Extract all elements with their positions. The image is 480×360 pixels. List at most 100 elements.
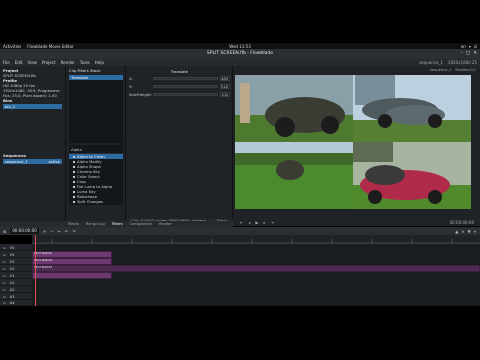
track-lane[interactable]: SPLIT BLOCK2 bbox=[32, 258, 480, 265]
timeline-timecode[interactable]: 00:00:00:00 bbox=[10, 228, 39, 234]
playhead[interactable] bbox=[35, 235, 36, 306]
track-name: V2 bbox=[9, 265, 15, 271]
timeline-clip[interactable]: SPLIT BLOCK2 bbox=[32, 258, 112, 265]
monitor-toolbar: ⇤ ◂ ▶ ▸ ⇥ 00:00:00:00 bbox=[234, 218, 480, 226]
track-lane[interactable] bbox=[32, 293, 480, 300]
track-lane[interactable] bbox=[32, 244, 480, 251]
track-header[interactable]: ▫ V5 bbox=[0, 244, 32, 251]
menu-view[interactable]: View bbox=[27, 60, 37, 65]
tab-render[interactable]: Render bbox=[159, 222, 172, 226]
minimize-icon[interactable]: – bbox=[461, 49, 463, 59]
delete-icon[interactable]: ✕ bbox=[461, 229, 464, 234]
video-preview[interactable] bbox=[235, 75, 471, 209]
zoom-out-icon[interactable]: − bbox=[50, 229, 53, 234]
filter-bullet-icon bbox=[73, 180, 75, 183]
window-titlebar: SPLIT SCREEN.flb - Flowblade – □ ✕ bbox=[0, 49, 480, 59]
tab-media[interactable]: Media bbox=[68, 222, 79, 226]
track-name: V1 bbox=[9, 272, 15, 278]
undo-icon[interactable]: ↶ bbox=[65, 229, 68, 234]
menu-render[interactable]: Render bbox=[61, 60, 75, 65]
track-header[interactable]: ▫ V2 bbox=[0, 265, 32, 272]
sequences-header: Sequences bbox=[3, 153, 27, 158]
track-lock-icon[interactable]: ▫ bbox=[3, 245, 6, 250]
menu-file[interactable]: File bbox=[3, 60, 10, 65]
track-lock-icon[interactable]: ▫ bbox=[3, 252, 6, 257]
clip-label: SPLIT BLOCK2 bbox=[34, 259, 53, 262]
mark-in-icon[interactable]: ⇤ bbox=[240, 220, 243, 225]
filter-stack-label: Translate bbox=[71, 75, 89, 80]
track-name: A3 bbox=[9, 293, 15, 299]
redo-icon[interactable]: ↷ bbox=[72, 229, 75, 234]
monitor-mode[interactable]: Monitor:0/1 bbox=[455, 68, 476, 72]
sequence-indicator[interactable]: sequence_1 bbox=[419, 60, 443, 65]
track-lane[interactable] bbox=[32, 286, 480, 293]
param-value[interactable]: 100 bbox=[220, 91, 230, 97]
clock[interactable]: Wed 13:53 bbox=[0, 44, 480, 49]
filter-stack-panel: Clip Filters Stack Translate Alpha Alpha… bbox=[67, 66, 126, 226]
clip-label: SPLIT BLOCK1 bbox=[34, 252, 53, 255]
monitor-header: sequence_1 Monitor:0/1 bbox=[234, 66, 480, 74]
track-lane[interactable] bbox=[32, 272, 480, 279]
window-title: SPLIT SCREEN.flb - Flowblade bbox=[206, 51, 274, 56]
monitor-sequence[interactable]: sequence_1 bbox=[430, 68, 451, 72]
timeline-clip[interactable]: SPLIT BLOCK1 bbox=[32, 251, 112, 258]
timeline-clip[interactable] bbox=[32, 272, 112, 279]
edit-mode-icon[interactable]: ⊞ bbox=[3, 229, 6, 234]
track-header[interactable]: ▫ V1 bbox=[0, 272, 32, 279]
param-value[interactable]: 480 bbox=[220, 75, 230, 81]
timeline-ruler[interactable] bbox=[32, 235, 480, 244]
filter-item[interactable]: Split Changes bbox=[69, 199, 123, 204]
track-header[interactable]: ▫ V4 bbox=[0, 251, 32, 258]
menu-tools[interactable]: Tools bbox=[80, 60, 90, 65]
track-lock-icon[interactable]: ▫ bbox=[3, 287, 6, 292]
cut-icon[interactable]: ✂ bbox=[57, 229, 60, 234]
track-lock-icon[interactable]: ▫ bbox=[3, 280, 6, 285]
maximize-icon[interactable]: □ bbox=[466, 49, 470, 59]
play-icon[interactable]: ▶ bbox=[255, 220, 258, 225]
tab-compositors[interactable]: Compositors bbox=[130, 222, 153, 226]
mark-out-icon[interactable]: ⇥ bbox=[270, 220, 273, 225]
close-icon[interactable]: ✕ bbox=[473, 49, 477, 59]
track-header[interactable]: ▫ A4 bbox=[0, 300, 32, 306]
track-lane[interactable] bbox=[32, 279, 480, 286]
snap-icon[interactable]: ⌖ bbox=[474, 229, 476, 234]
overwrite-icon[interactable]: ▼ bbox=[468, 229, 471, 234]
profile-indicator: 1920x1080 25 bbox=[447, 60, 477, 65]
param-slider[interactable] bbox=[153, 76, 218, 80]
bin-item[interactable]: bin_1 bbox=[3, 104, 62, 109]
track-lock-icon[interactable]: ▫ bbox=[3, 294, 6, 299]
track-lock-icon[interactable]: ▫ bbox=[3, 300, 6, 305]
filter-library: Alpha Alpha to Clean Alpha Modify Alpha … bbox=[69, 145, 123, 205]
menu-help[interactable]: Help bbox=[95, 60, 104, 65]
tab-filters[interactable]: Filters bbox=[112, 222, 123, 226]
track-lane[interactable] bbox=[32, 300, 480, 306]
param-slider[interactable] bbox=[153, 92, 218, 96]
filter-bullet-icon bbox=[73, 185, 75, 188]
zoom-in-icon[interactable]: + bbox=[43, 229, 46, 234]
filter-bullet-icon bbox=[73, 170, 75, 173]
track-header[interactable]: ▫ V3 bbox=[0, 258, 32, 265]
menu-edit[interactable]: Edit bbox=[15, 60, 23, 65]
filter-bullet-icon bbox=[73, 195, 75, 198]
filter-params-panel: Translate X: 480 Y: 540 Size/Height: 100… bbox=[127, 66, 233, 228]
track-lock-icon[interactable]: ▫ bbox=[3, 266, 6, 271]
menu-project[interactable]: Project bbox=[42, 60, 56, 65]
timeline-clip[interactable]: SPLIT BLOCK3 bbox=[32, 265, 480, 272]
track-lock-icon[interactable]: ▫ bbox=[3, 273, 6, 278]
track-header[interactable]: ▫ A1 bbox=[0, 279, 32, 286]
track-header[interactable]: ▫ A2 bbox=[0, 286, 32, 293]
tab-range-log[interactable]: Range Log bbox=[86, 222, 105, 226]
track-lane[interactable]: SPLIT BLOCK3 bbox=[32, 265, 480, 272]
lift-icon[interactable]: ▲ bbox=[455, 229, 458, 234]
track-lane[interactable]: SPLIT BLOCK1 bbox=[32, 251, 480, 258]
sequence-item[interactable]: sequence_1 active bbox=[3, 159, 62, 164]
next-frame-icon[interactable]: ▸ bbox=[263, 220, 265, 225]
filter-stack-item[interactable]: Translate bbox=[69, 75, 123, 80]
track-name: A2 bbox=[9, 286, 15, 292]
prev-frame-icon[interactable]: ◂ bbox=[248, 220, 250, 225]
track-lock-icon[interactable]: ▫ bbox=[3, 259, 6, 264]
param-slider[interactable] bbox=[153, 84, 218, 88]
param-value[interactable]: 540 bbox=[220, 83, 230, 89]
filter-category-select[interactable]: Alpha bbox=[69, 146, 123, 154]
track-header[interactable]: ▫ A3 bbox=[0, 293, 32, 300]
